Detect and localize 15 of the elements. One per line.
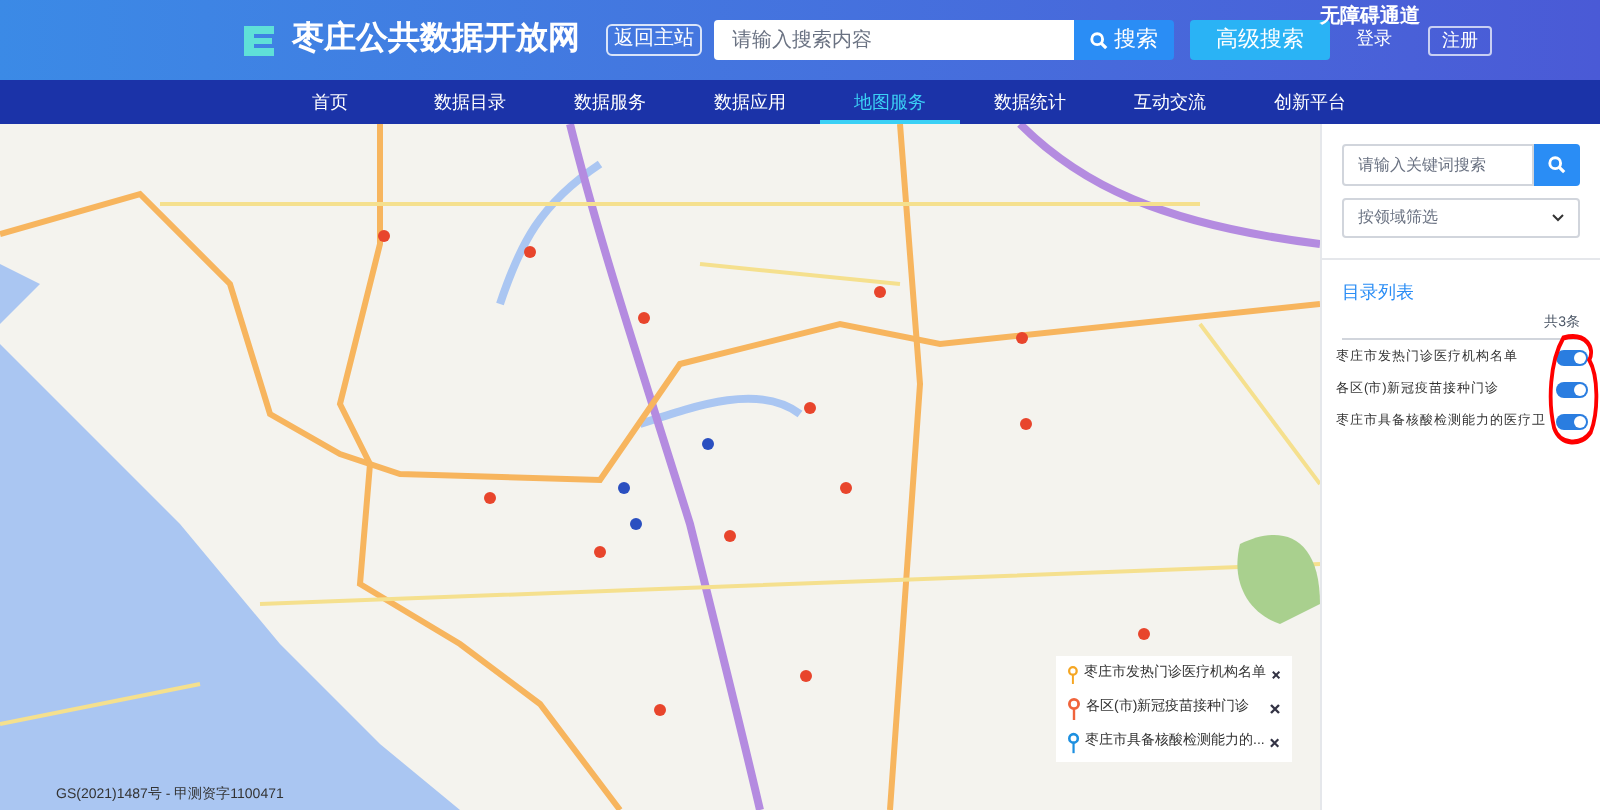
nav-tab[interactable]: 首页 — [260, 80, 400, 124]
nav-tab[interactable]: 互动交流 — [1100, 80, 1240, 124]
nav-tab[interactable]: 数据统计 — [960, 80, 1100, 124]
nav-tab[interactable]: 数据服务 — [540, 80, 680, 124]
site-title: 枣庄公共数据开放网 — [292, 18, 580, 60]
catalog-heading: 目录列表 — [1342, 280, 1416, 306]
nav-tab[interactable]: 数据目录 — [400, 80, 540, 124]
nav-tab[interactable]: 创新平台 — [1240, 80, 1380, 124]
login-link[interactable]: 登录 — [1356, 26, 1392, 54]
search-field[interactable]: 请输入搜索内容 — [714, 20, 1074, 60]
register-button[interactable]: 注册 — [1428, 25, 1492, 55]
keyword-search-field[interactable]: 请输入关键词搜索 — [1342, 144, 1534, 186]
nav-tab[interactable]: 数据应用 — [680, 80, 820, 124]
filter-dropdown[interactable]: 按领域筛选 — [1342, 198, 1580, 238]
back-button[interactable]: 返回主站 — [606, 24, 702, 56]
